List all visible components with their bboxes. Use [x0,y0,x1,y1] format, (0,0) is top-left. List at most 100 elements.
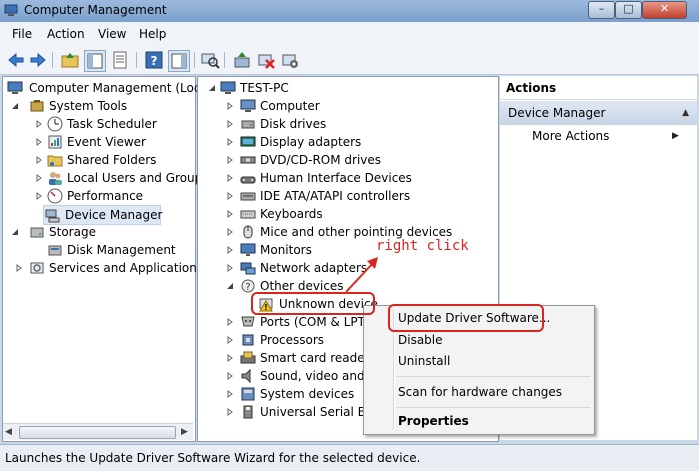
menu-separator [396,407,590,408]
scrollbar-thumb[interactable] [19,426,176,439]
event-viewer-icon [48,135,62,149]
tree-label: Disk Management [67,243,176,257]
menu-file[interactable]: File [12,27,32,41]
tree-label: Universal Serial Bus [260,405,380,419]
update-driver-icon[interactable] [232,50,252,70]
disk-management-icon [48,245,62,256]
smart-card-reader-icon [240,351,256,364]
scan-hardware-icon[interactable] [200,50,220,70]
minimize-button[interactable]: – [588,1,615,19]
svg-text:?: ? [245,282,250,293]
back-arrow-icon[interactable] [6,50,26,70]
collapsed-arrow-icon[interactable] [226,120,234,128]
uninstall-icon[interactable] [256,50,276,70]
collapsed-arrow-icon[interactable] [226,156,234,164]
ctx-disable[interactable]: Disable [398,333,443,347]
computer-management-icon [4,4,18,16]
collapsed-arrow-icon[interactable] [35,174,43,182]
toolbar-separator [224,52,225,68]
ctx-uninstall[interactable]: Uninstall [398,354,450,368]
collapse-arrow-icon[interactable]: ▲ [682,101,689,125]
tree-label: System devices [260,387,355,401]
menu-help[interactable]: Help [139,27,166,41]
tree-label: Keyboards [260,207,323,221]
show-hide-tree-icon[interactable] [84,50,106,72]
collapsed-arrow-icon[interactable] [35,138,43,146]
ide-controller-icon [240,192,256,201]
computer-icon [220,81,236,94]
services-icon [30,262,44,274]
expanded-arrow-icon[interactable] [11,228,19,236]
maximize-button[interactable]: □ [615,1,642,19]
up-folder-icon[interactable] [60,50,80,70]
collapsed-arrow-icon[interactable] [226,192,234,200]
collapsed-arrow-icon[interactable] [226,390,234,398]
status-text: Launches the Update Driver Software Wiza… [5,451,421,465]
close-button[interactable]: ✕ [642,1,687,19]
collapsed-arrow-icon[interactable] [226,336,234,344]
collapsed-arrow-icon[interactable] [15,264,23,272]
collapsed-arrow-icon[interactable] [35,120,43,128]
console-tree: Computer Management (Local System Tools … [2,76,211,442]
dvd-drive-icon [240,156,256,164]
properties-sheet-icon[interactable] [110,50,130,70]
scroll-right-icon[interactable]: ▶ [181,427,191,437]
network-adapter-icon [240,262,256,275]
users-icon [49,172,62,185]
tree-label: Performance [67,189,144,203]
collapsed-arrow-icon[interactable] [226,246,234,254]
annotation-arrow [345,257,378,293]
tree-label: Storage [49,225,96,239]
collapsed-arrow-icon[interactable] [226,408,234,416]
storage-icon [30,227,44,238]
collapsed-arrow-icon[interactable] [35,192,43,200]
collapsed-arrow-icon[interactable] [226,102,234,110]
collapsed-arrow-icon[interactable] [226,138,234,146]
actions-section-device-manager[interactable]: Device Manager ▲ [500,101,697,125]
collapsed-arrow-icon[interactable] [226,264,234,272]
computer-management-icon [7,81,23,94]
menu-view[interactable]: View [98,27,126,41]
display-adapter-icon [240,136,256,147]
tree-label: System Tools [49,99,128,113]
ctx-scan-hardware[interactable]: Scan for hardware changes [398,385,562,399]
processor-icon [242,334,254,346]
submenu-arrow-icon: ▶ [672,131,679,141]
expanded-arrow-icon[interactable] [226,282,234,290]
scroll-left-icon[interactable]: ◀ [5,427,15,437]
collapsed-arrow-icon[interactable] [35,156,43,164]
collapsed-arrow-icon[interactable] [226,210,234,218]
forward-arrow-icon[interactable] [28,50,48,70]
show-action-pane-icon[interactable] [168,50,190,72]
collapsed-arrow-icon[interactable] [226,318,234,326]
tree-label: Local Users and Groups [67,171,209,185]
ports-icon [241,316,255,327]
tree-label: Device Manager [65,208,163,222]
toolbar-separator [136,52,137,68]
more-actions-item[interactable]: More Actions ▶ [532,129,692,143]
menu-separator [396,376,590,377]
tree-label: Event Viewer [67,135,146,149]
tree-label: Ports (COM & LPT) [260,315,370,329]
collapsed-arrow-icon[interactable] [226,354,234,362]
tree-label: Shared Folders [67,153,157,167]
collapsed-arrow-icon[interactable] [226,228,234,236]
usb-icon [243,405,253,419]
ctx-properties[interactable]: Properties [398,414,469,428]
help-icon[interactable]: ? [144,50,164,70]
highlight-update-driver [388,304,544,332]
toolbar-separator [52,52,53,68]
menu-action[interactable]: Action [47,27,85,41]
disable-device-icon[interactable] [280,50,300,70]
keyboard-icon [240,210,256,219]
collapsed-arrow-icon[interactable] [226,372,234,380]
expanded-arrow-icon[interactable] [11,102,19,110]
tree-label: Task Scheduler [67,117,157,131]
expanded-arrow-icon[interactable] [208,84,216,92]
tree-item-device-manager[interactable]: Device Manager [43,205,163,225]
system-tools-icon [30,100,44,112]
performance-icon [47,188,63,204]
collapsed-arrow-icon[interactable] [226,174,234,182]
horizontal-scrollbar[interactable]: ◀ ▶ [3,423,193,440]
shared-folder-icon [47,155,63,167]
